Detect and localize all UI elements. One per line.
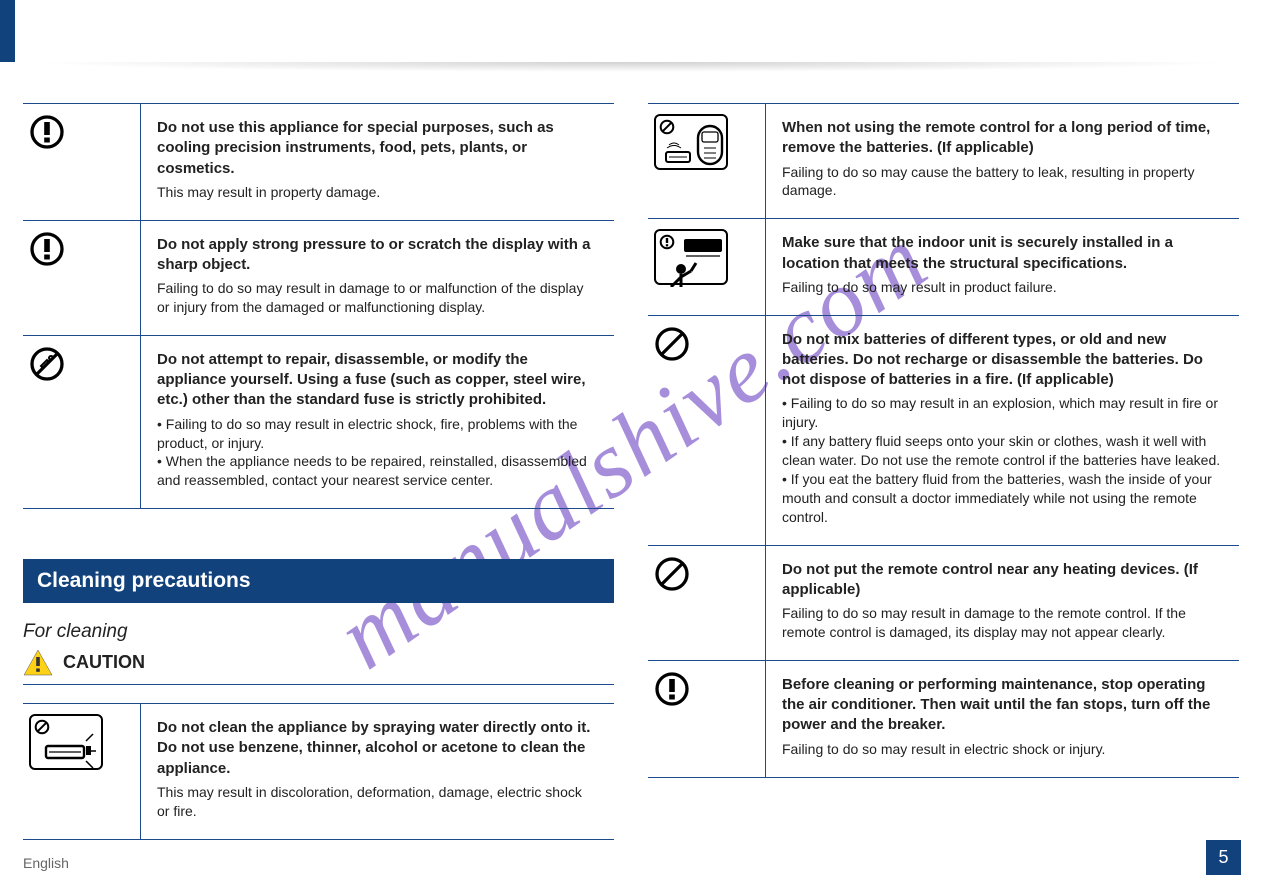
safety-row: Do not use this appliance for special pu… (23, 103, 614, 220)
safety-sub: Failing to do so may result in damage to… (157, 279, 598, 317)
warning-triangle-icon (23, 649, 53, 676)
safety-row: Do not put the remote control near any h… (648, 545, 1239, 660)
safety-text: Make sure that the indoor unit is secure… (766, 219, 1239, 314)
no-disassemble-icon (29, 346, 65, 382)
safety-lead: When not using the remote control for a … (782, 118, 1223, 159)
prohibit-icon (654, 556, 690, 592)
icon-cell (648, 219, 766, 314)
safety-sub: • Failing to do so may result in an expl… (782, 394, 1223, 526)
safety-lead: Do not put the remote control near any h… (782, 560, 1223, 601)
safety-row: Do not mix batteries of different types,… (648, 315, 1239, 545)
safety-row: Before cleaning or performing maintenanc… (648, 660, 1239, 778)
icon-cell (648, 316, 766, 545)
prohibit-corner-icon (659, 119, 675, 135)
section-subtitle: For cleaning (23, 621, 614, 643)
page-number: 5 (1206, 840, 1241, 875)
cleaning-lead: Do not clean the appliance by spraying w… (157, 718, 598, 779)
icon-cell (23, 336, 141, 508)
exclamation-corner-icon (659, 234, 675, 250)
safety-text: Before cleaning or performing maintenanc… (766, 661, 1239, 777)
safety-lead: Do not attempt to repair, disassemble, o… (157, 350, 598, 411)
safety-text: Do not attempt to repair, disassemble, o… (141, 336, 614, 508)
safety-text: Do not mix batteries of different types,… (766, 316, 1239, 545)
icon-cell (648, 661, 766, 777)
section-title-bar: Cleaning precautions (23, 559, 614, 603)
safety-sub: • Failing to do so may result in electri… (157, 415, 598, 491)
safety-sub: Failing to do so may cause the battery t… (782, 163, 1223, 201)
icon-cell (648, 104, 766, 218)
safety-text: Do not put the remote control near any h… (766, 546, 1239, 660)
cleaning-sub: This may result in discoloration, deform… (157, 783, 598, 821)
safety-lead: Do not apply strong pressure to or scrat… (157, 235, 598, 276)
icon-cell (648, 546, 766, 660)
safety-sub: Failing to do so may result in electric … (782, 740, 1223, 759)
safety-lead: Do not use this appliance for special pu… (157, 118, 598, 179)
cleaning-rows: Do not clean the appliance by spraying w… (23, 703, 614, 840)
cleaning-row: Do not clean the appliance by spraying w… (23, 703, 614, 840)
exclamation-in-circle-icon (29, 231, 65, 267)
safety-sub: Failing to do so may result in product f… (782, 278, 1223, 297)
exclamation-in-circle-icon (29, 114, 65, 150)
prohibit-icon (654, 326, 690, 362)
safety-sub: Failing to do so may result in damage to… (782, 604, 1223, 642)
right-column: When not using the remote control for a … (648, 103, 1239, 778)
safety-row: Make sure that the indoor unit is secure… (648, 218, 1239, 314)
section-safety-rows: Do not use this appliance for special pu… (23, 103, 614, 509)
icon-cell (23, 104, 141, 220)
safety-sub: This may result in property damage. (157, 183, 598, 202)
prohibit-corner-icon (34, 719, 50, 735)
safety-row: Do not attempt to repair, disassemble, o… (23, 335, 614, 509)
cleaning-text: Do not clean the appliance by spraying w… (141, 704, 614, 839)
caution-header: CAUTION (23, 649, 614, 685)
safety-text: Do not apply strong pressure to or scrat… (141, 221, 614, 335)
icon-cell (23, 221, 141, 335)
header-shadow (25, 62, 1238, 72)
footer-language: English (23, 855, 69, 871)
safety-lead: Make sure that the indoor unit is secure… (782, 233, 1223, 274)
icon-cell (23, 704, 141, 839)
page-marker (0, 0, 15, 62)
safety-text: When not using the remote control for a … (766, 104, 1239, 218)
safety-row: Do not apply strong pressure to or scrat… (23, 220, 614, 335)
safety-text: Do not use this appliance for special pu… (141, 104, 614, 220)
safety-row: When not using the remote control for a … (648, 103, 1239, 218)
exclamation-in-circle-icon (654, 671, 690, 707)
safety-lead: Do not mix batteries of different types,… (782, 330, 1223, 391)
left-column: Do not use this appliance for special pu… (23, 103, 614, 840)
caution-label: CAUTION (63, 652, 145, 673)
safety-lead: Before cleaning or performing maintenanc… (782, 675, 1223, 736)
